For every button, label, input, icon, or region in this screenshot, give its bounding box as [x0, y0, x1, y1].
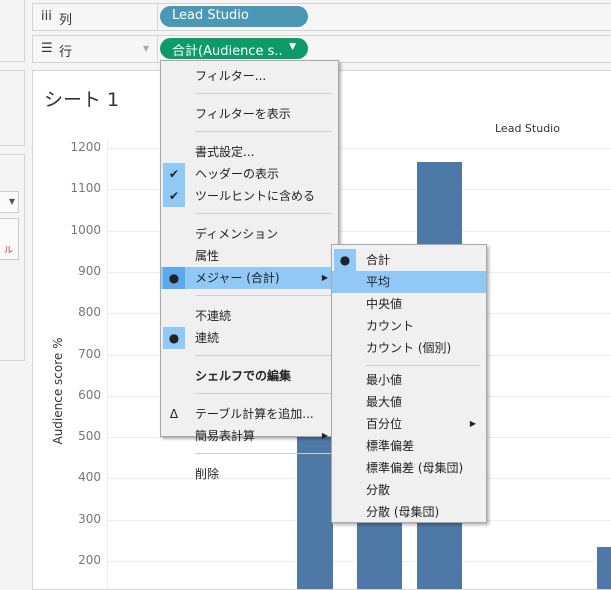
menu-item-label: シェルフでの編集: [195, 369, 292, 383]
menu-item-label: 書式設定...: [195, 145, 255, 159]
menu-item[interactable]: ● 連続: [161, 327, 338, 349]
menu-item[interactable]: カウント (個別): [332, 337, 486, 359]
left-panel-middle: [0, 70, 25, 146]
menu-item-label: 中央値: [366, 297, 403, 311]
rows-label: 行: [59, 45, 73, 60]
menu-item[interactable]: 平均: [332, 271, 486, 293]
menu-item-label: 標準偏差 (母集団): [366, 461, 464, 475]
menu-item[interactable]: カウント: [332, 315, 486, 337]
menu-item[interactable]: 属性: [161, 245, 338, 267]
mark-card-label: ル: [4, 246, 14, 256]
menu-item-label: 平均: [366, 275, 391, 289]
rows-shelf: ☰ 行 ▼: [32, 35, 611, 63]
menu-item-label: 属性: [195, 249, 220, 263]
menu-item[interactable]: 分散 (母集団): [332, 501, 486, 523]
bullet-icon: ●: [163, 327, 185, 349]
menu-item[interactable]: 分散: [332, 479, 486, 501]
menu-item[interactable]: ✔ ヘッダーの表示: [161, 163, 338, 185]
menu-item[interactable]: ● 合計: [332, 249, 486, 271]
menu-item[interactable]: ● メジャー (合計) ▶: [161, 267, 338, 289]
menu-separator: [195, 355, 332, 356]
menu-item-label: メジャー (合計): [195, 271, 280, 285]
rows-icon: ☰: [41, 41, 53, 56]
mark-type-dropdown[interactable]: ▼: [0, 191, 19, 213]
audience-score-pill[interactable]: 合計(Audience s.. ▼: [160, 38, 308, 59]
menu-item[interactable]: 簡易表計算 ▶: [161, 425, 338, 447]
menu-item-label: 最大値: [366, 395, 403, 409]
lead-studio-pill[interactable]: Lead Studio: [160, 6, 308, 27]
menu-separator: [195, 93, 332, 94]
menu-item-label: フィルターを表示: [195, 107, 291, 121]
y-tick-label: 600: [78, 387, 101, 402]
menu-item-label: 標準偏差: [366, 439, 415, 453]
y-tick-label: 1100: [70, 181, 101, 196]
menu-item-label: 連続: [195, 331, 220, 345]
menu-separator: [195, 295, 332, 296]
menu-item-label: 分散: [366, 483, 391, 497]
menu-item[interactable]: 書式設定...: [161, 141, 338, 163]
measure-submenu: ● 合計平均中央値カウントカウント (個別) 最小値最大値百分位 ▶ 標準偏差標準偏差 …: [331, 244, 487, 523]
menu-item[interactable]: 中央値: [332, 293, 486, 315]
menu-item[interactable]: 不連続: [161, 305, 338, 327]
menu-separator: [195, 453, 332, 454]
menu-item-label: 合計: [366, 253, 391, 267]
menu-item-label: 削除: [195, 467, 220, 481]
menu-item[interactable]: フィルター...: [161, 65, 338, 87]
bar[interactable]: [597, 546, 611, 589]
mark-card[interactable]: ル: [0, 218, 19, 260]
y-tick-label: 300: [78, 511, 101, 526]
y-tick-label: 500: [78, 429, 101, 444]
submenu-arrow-icon: ▶: [321, 431, 328, 440]
check-icon: ✔: [163, 185, 185, 207]
menu-item-label: カウント (個別): [366, 341, 452, 355]
menu-item-label: ツールヒントに含める: [195, 189, 316, 203]
y-tick-label: 700: [78, 346, 101, 361]
menu-item-label: 不連続: [195, 309, 232, 323]
check-icon: ✔: [163, 163, 185, 185]
menu-separator: [195, 213, 332, 214]
menu-item[interactable]: 削除: [161, 463, 338, 485]
left-panel-marks: ▼ ル: [0, 154, 25, 361]
y-tick-label: 400: [78, 470, 101, 485]
menu-item-label: カウント: [366, 319, 415, 333]
menu-item-label: ヘッダーの表示: [195, 167, 280, 181]
pill-dropdown-icon[interactable]: ▼: [289, 42, 296, 52]
y-tick-label: 800: [78, 305, 101, 320]
menu-separator: [195, 131, 332, 132]
pill-context-menu: フィルター... フィルターを表示 書式設定... ✔ ヘッダーの表示 ✔ ツールヒントに含…: [160, 60, 339, 481]
menu-item[interactable]: 最小値: [332, 369, 486, 391]
delta-icon: Δ: [169, 407, 179, 421]
y-tick-label: 1200: [70, 140, 101, 154]
menu-item[interactable]: Δ テーブル計算を追加...: [161, 403, 338, 425]
menu-item[interactable]: 標準偏差 (母集団): [332, 457, 486, 479]
columns-shelf: iii 列: [32, 3, 611, 31]
rows-dropdown-icon[interactable]: ▼: [143, 44, 149, 53]
menu-item-label: 分散 (母集団): [366, 505, 440, 519]
bullet-icon: ●: [163, 267, 185, 289]
menu-item-label: 簡易表計算: [195, 429, 256, 443]
menu-separator: [366, 365, 480, 366]
menu-item[interactable]: 最大値: [332, 391, 486, 413]
left-panel-top: [0, 0, 25, 62]
menu-item-label: ディメンション: [195, 227, 279, 241]
menu-item[interactable]: 標準偏差: [332, 435, 486, 457]
submenu-arrow-icon: ▶: [469, 419, 476, 428]
menu-item[interactable]: シェルフでの編集: [161, 365, 338, 387]
menu-separator: [195, 393, 332, 394]
submenu-arrow-icon: ▶: [321, 273, 328, 282]
bullet-icon: ●: [334, 249, 356, 271]
y-tick-label: 900: [78, 263, 101, 278]
columns-label: 列: [59, 13, 73, 28]
menu-item[interactable]: ✔ ツールヒントに含める: [161, 185, 338, 207]
columns-icon: iii: [41, 9, 52, 24]
menu-item-label: テーブル計算を追加...: [195, 407, 314, 421]
menu-item[interactable]: 百分位 ▶: [332, 413, 486, 435]
y-tick-label: 1000: [70, 222, 101, 237]
menu-item[interactable]: ディメンション: [161, 223, 338, 245]
menu-item-label: 最小値: [366, 373, 403, 387]
y-tick-label: 200: [78, 553, 101, 567]
menu-item-label: フィルター...: [195, 69, 267, 83]
menu-item[interactable]: フィルターを表示: [161, 103, 338, 125]
menu-item-label: 百分位: [366, 417, 403, 431]
